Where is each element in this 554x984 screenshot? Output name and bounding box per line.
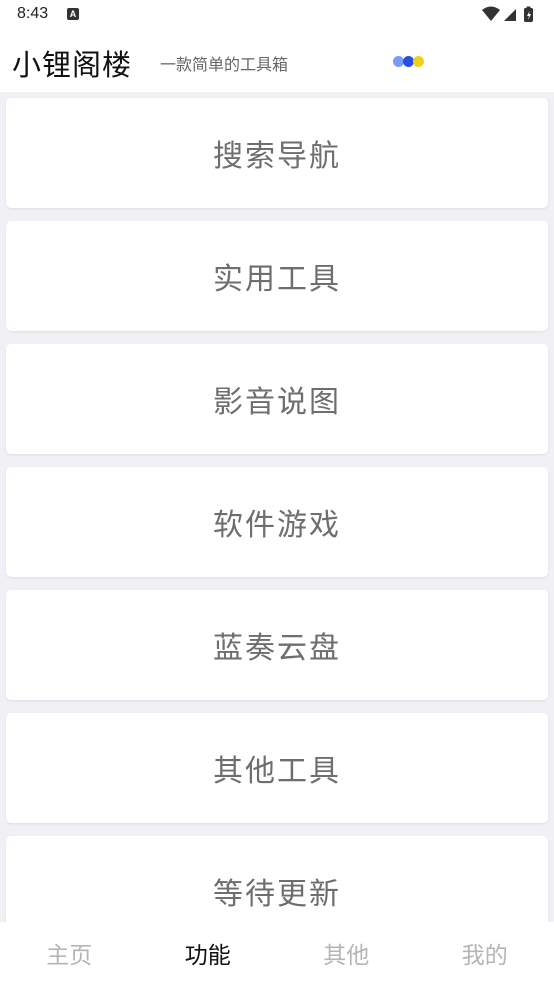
card-label: 蓝奏云盘 [213, 631, 341, 666]
card-lanzou-cloud[interactable]: 蓝奏云盘 [6, 590, 548, 700]
notification-icon: A [67, 8, 79, 20]
nav-tab-home[interactable]: 主页 [0, 922, 139, 984]
status-icons-svg [482, 6, 533, 22]
nav-tab-mine[interactable]: 我的 [416, 922, 554, 984]
feature-list[interactable]: 搜索导航 实用工具 影音说图 软件游戏 蓝奏云盘 其他工具 等待更新 [0, 92, 554, 922]
app-title: 小锂阁楼 [12, 48, 133, 82]
card-label: 搜索导航 [213, 139, 341, 174]
status-bar: 8:43 A [0, 0, 554, 30]
card-label: 软件游戏 [213, 508, 341, 543]
dot-yellow [413, 56, 424, 67]
card-media-images[interactable]: 影音说图 [6, 344, 548, 454]
card-software-games[interactable]: 软件游戏 [6, 467, 548, 577]
status-icons [480, 5, 542, 25]
card-pending-update[interactable]: 等待更新 [6, 836, 548, 922]
loading-dots-icon [393, 54, 425, 68]
app-bar: 小锂阁楼 一款简单的工具箱 [0, 30, 554, 92]
card-search-navigation[interactable]: 搜索导航 [6, 98, 548, 208]
battery-icon [524, 6, 533, 22]
card-label: 等待更新 [213, 877, 341, 912]
status-time: 8:43 [17, 5, 49, 22]
card-label: 实用工具 [213, 262, 341, 297]
card-other-tools[interactable]: 其他工具 [6, 713, 548, 823]
wifi-icon [482, 6, 500, 21]
nav-tab-features[interactable]: 功能 [139, 922, 278, 984]
app-screen: 8:43 A 小锂阁楼 一款简单的工具箱 搜索导航 实用工具 影音说图 软件游戏… [0, 0, 554, 984]
nav-tab-other[interactable]: 其他 [277, 922, 416, 984]
card-label: 影音说图 [213, 385, 341, 420]
app-subtitle: 一款简单的工具箱 [160, 55, 289, 74]
card-label: 其他工具 [213, 754, 341, 789]
signal-icon [504, 9, 516, 21]
card-practical-tools[interactable]: 实用工具 [6, 221, 548, 331]
bottom-navigation: 主页 功能 其他 我的 [0, 922, 554, 984]
